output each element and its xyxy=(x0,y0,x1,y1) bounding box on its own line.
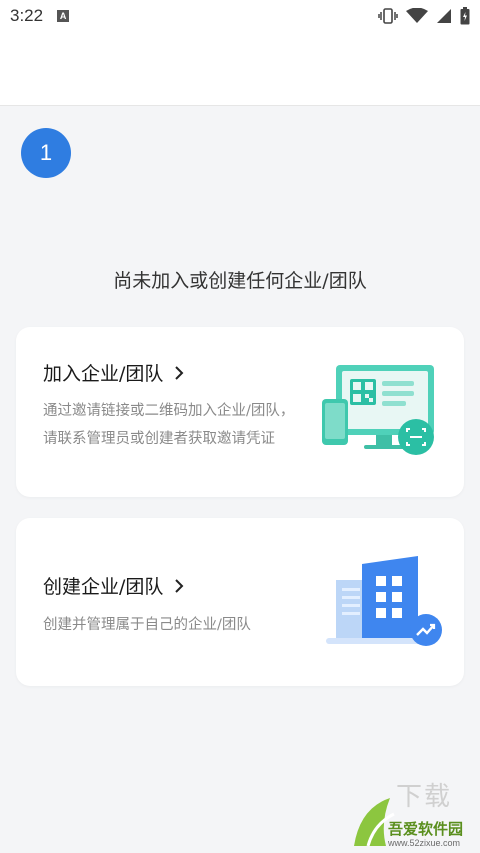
step-badge: 1 xyxy=(21,128,71,178)
wifi-icon xyxy=(406,8,428,23)
empty-state-title: 尚未加入或创建任何企业/团队 xyxy=(113,270,367,292)
qr-scan-illustration-icon xyxy=(322,365,434,455)
chevron-right-icon xyxy=(175,365,184,380)
create-team-title: 创建企业/团队 xyxy=(43,576,164,598)
header-bar xyxy=(0,32,480,106)
signal-icon xyxy=(437,9,451,23)
create-team-card[interactable]: 创建企业/团队 创建并管理属于自己的企业/团队 xyxy=(16,518,464,686)
chevron-right-icon xyxy=(175,578,184,593)
join-team-title-row[interactable]: 加入企业/团队 xyxy=(43,359,185,386)
status-icons xyxy=(378,7,470,25)
watermark-overlay-text: 下载 xyxy=(396,782,453,812)
building-illustration-icon xyxy=(326,556,442,646)
join-team-description: 通过邀请链接或二维码加入企业/团队，请联系管理员或创建者获取邀请凭证 xyxy=(43,403,295,447)
join-team-card[interactable]: 加入企业/团队 通过邀请链接或二维码加入企业/团队，请联系管理员或创建者获取邀请… xyxy=(16,327,464,497)
vibrate-icon xyxy=(378,8,398,24)
watermark-brand: 吾爱软件园 xyxy=(388,820,464,838)
status-time: 3:22 xyxy=(10,6,44,25)
join-team-title: 加入企业/团队 xyxy=(43,363,164,385)
status-bar: 3:22 A xyxy=(0,0,480,32)
create-team-title-row[interactable]: 创建企业/团队 xyxy=(43,572,185,599)
battery-icon xyxy=(460,7,470,25)
watermark-url: www.52zixue.com xyxy=(388,838,461,848)
notification-app-icon: A xyxy=(57,10,70,22)
create-team-description: 创建并管理属于自己的企业/团队 xyxy=(43,617,251,633)
